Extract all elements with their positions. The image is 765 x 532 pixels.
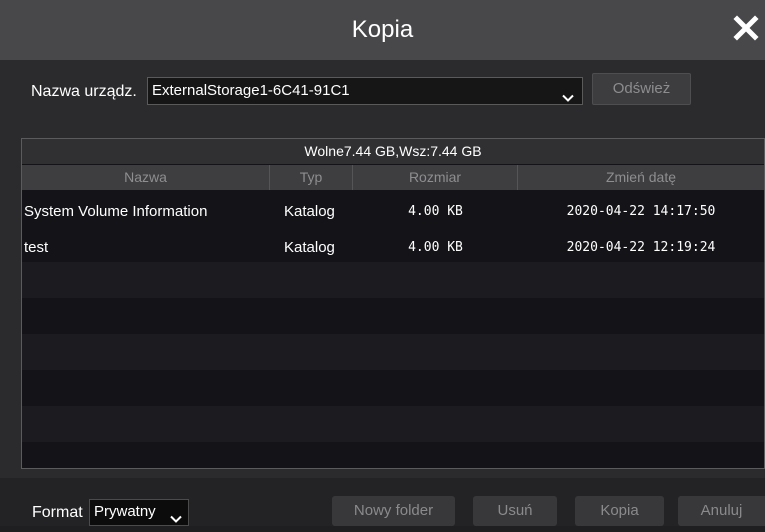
empty-row (22, 406, 764, 442)
column-header-type[interactable]: Typ (270, 165, 353, 190)
cell-date: 2020-04-22 14:17:50 (566, 204, 716, 219)
cell-size: 4.00 KB (408, 204, 463, 219)
format-label: Format (32, 504, 83, 521)
empty-row (22, 334, 764, 370)
column-header-date[interactable]: Zmień datę (518, 165, 764, 190)
device-select-value: ExternalStorage1-6C41-91C1 (152, 82, 350, 99)
title-bar: Kopia (0, 0, 765, 60)
cell-type: Katalog (284, 239, 335, 256)
storage-info: Wolne7.44 GB,Wsz:7.44 GB (22, 139, 764, 164)
delete-button[interactable]: Usuń (473, 496, 557, 526)
cell-name: test (24, 239, 49, 256)
window-title: Kopia (351, 16, 414, 43)
table-row[interactable]: System Volume Information Katalog 4.00 K… (22, 194, 764, 230)
device-label: Nazwa urządz. (31, 83, 137, 100)
chevron-down-icon (562, 86, 574, 112)
cancel-button[interactable]: Anuluj (678, 496, 765, 526)
cell-type: Katalog (284, 203, 335, 220)
copy-button[interactable]: Kopia (575, 496, 664, 526)
empty-row (22, 262, 764, 298)
chevron-down-icon (170, 508, 182, 532)
table-row[interactable]: test Katalog 4.00 KB 2020-04-22 12:19:24 (22, 230, 764, 266)
device-select[interactable]: ExternalStorage1-6C41-91C1 (147, 77, 583, 105)
column-header-name[interactable]: Nazwa (22, 165, 270, 190)
cell-date: 2020-04-22 12:19:24 (566, 240, 716, 255)
table-header: Nazwa Typ Rozmiar Zmień datę (22, 165, 764, 190)
cell-name: System Volume Information (24, 203, 208, 220)
format-select[interactable]: Prywatny (89, 499, 189, 526)
column-header-size[interactable]: Rozmiar (353, 165, 518, 190)
new-folder-button[interactable]: Nowy folder (332, 496, 455, 526)
format-select-value: Prywatny (94, 503, 156, 520)
close-icon[interactable] (733, 15, 759, 41)
cell-size: 4.00 KB (408, 240, 463, 255)
refresh-button[interactable]: Odśwież (592, 73, 691, 105)
file-table: Wolne7.44 GB,Wsz:7.44 GB Nazwa Typ Rozmi… (21, 138, 765, 469)
